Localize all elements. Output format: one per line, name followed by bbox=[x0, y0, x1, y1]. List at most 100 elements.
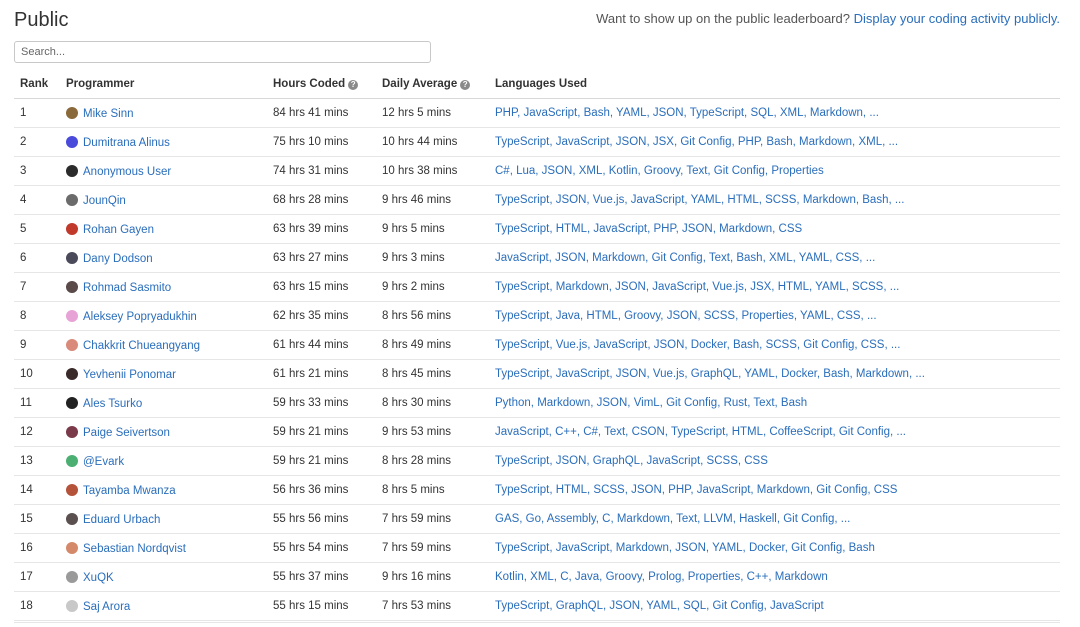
languages-cell: TypeScript, Vue.js, JavaScript, JSON, Do… bbox=[489, 330, 1060, 360]
programmer-cell[interactable]: Eduard Urbach bbox=[60, 504, 267, 534]
avatar-icon[interactable] bbox=[66, 483, 78, 496]
avatar-icon[interactable] bbox=[66, 454, 78, 467]
hours-cell: 55 hrs 56 mins bbox=[267, 504, 376, 534]
programmer-cell[interactable]: Ales Tsurko bbox=[60, 388, 267, 418]
search-input[interactable] bbox=[14, 41, 431, 63]
languages-list[interactable]: GAS, Go, Assembly, C, Markdown, Text, LL… bbox=[495, 513, 850, 525]
languages-list[interactable]: JavaScript, C++, C#, Text, CSON, TypeScr… bbox=[495, 426, 906, 438]
programmer-link[interactable]: Aleksey Popryadukhin bbox=[83, 311, 197, 323]
avatar-icon[interactable] bbox=[66, 396, 78, 409]
languages-list[interactable]: PHP, JavaScript, Bash, YAML, JSON, TypeS… bbox=[495, 107, 879, 119]
avatar-icon[interactable] bbox=[66, 135, 78, 148]
avatar-icon[interactable] bbox=[66, 338, 78, 351]
programmer-cell[interactable]: Rohmad Sasmito bbox=[60, 272, 267, 302]
rank-cell: 8 bbox=[14, 301, 60, 331]
hours-cell: 84 hrs 41 mins bbox=[267, 98, 376, 128]
programmer-cell[interactable]: Dumitrana Alinus bbox=[60, 127, 267, 157]
avatar-icon[interactable] bbox=[66, 367, 78, 380]
languages-list[interactable]: TypeScript, HTML, SCSS, JSON, PHP, JavaS… bbox=[495, 484, 897, 496]
programmer-cell[interactable]: Dany Dodson bbox=[60, 243, 267, 273]
avatar-icon[interactable] bbox=[66, 512, 78, 525]
hours-cell: 75 hrs 10 mins bbox=[267, 127, 376, 157]
programmer-cell[interactable]: Sebastian Nordqvist bbox=[60, 533, 267, 563]
rank-cell: 1 bbox=[14, 98, 60, 128]
languages-list[interactable]: TypeScript, JavaScript, Markdown, JSON, … bbox=[495, 542, 875, 554]
avatar-icon[interactable] bbox=[66, 425, 78, 438]
programmer-link[interactable]: Chakkrit Chueangyang bbox=[83, 340, 200, 352]
languages-list[interactable]: TypeScript, JavaScript, JSON, Vue.js, Gr… bbox=[495, 368, 925, 380]
avatar-icon[interactable] bbox=[66, 164, 78, 177]
programmer-cell[interactable]: Saj Arora bbox=[60, 591, 267, 621]
programmer-link[interactable]: Paige Seivertson bbox=[83, 427, 170, 439]
languages-list[interactable]: C#, Lua, JSON, XML, Kotlin, Groovy, Text… bbox=[495, 165, 824, 177]
avatar-icon[interactable] bbox=[66, 541, 78, 554]
daily-average-cell: 9 hrs 3 mins bbox=[376, 243, 489, 273]
table-bottom-divider bbox=[14, 622, 1060, 623]
programmer-link[interactable]: Ales Tsurko bbox=[83, 398, 142, 410]
programmer-link[interactable]: Sebastian Nordqvist bbox=[83, 543, 186, 555]
languages-list[interactable]: Python, Markdown, JSON, VimL, Git Config… bbox=[495, 397, 807, 409]
programmer-cell[interactable]: Rohan Gayen bbox=[60, 214, 267, 244]
avatar-icon[interactable] bbox=[66, 280, 78, 293]
table-row: 6 Dany Dodson 63 hrs 27 mins 9 hrs 3 mins Ja… bbox=[14, 243, 1060, 273]
languages-cell: JavaScript, JSON, Markdown, Git Config, … bbox=[489, 243, 1060, 273]
programmer-link[interactable]: Rohan Gayen bbox=[83, 224, 154, 236]
daily-average-cell: 9 hrs 2 mins bbox=[376, 272, 489, 302]
languages-list[interactable]: TypeScript, Markdown, JSON, JavaScript, … bbox=[495, 281, 899, 293]
programmer-link[interactable]: Anonymous User bbox=[83, 166, 171, 178]
help-icon[interactable]: ? bbox=[348, 80, 359, 90]
programmer-link[interactable]: Dany Dodson bbox=[83, 253, 153, 265]
hours-cell: 74 hrs 31 mins bbox=[267, 156, 376, 186]
programmer-cell[interactable]: Mike Sinn bbox=[60, 98, 267, 128]
avatar-icon[interactable] bbox=[66, 251, 78, 264]
programmer-cell[interactable]: Anonymous User bbox=[60, 156, 267, 186]
avatar-icon[interactable] bbox=[66, 570, 78, 583]
table-row: 1 Mike Sinn 84 hrs 41 mins 12 hrs 5 mins PHP… bbox=[14, 98, 1060, 128]
display-activity-link[interactable]: Display your coding activity publicly. bbox=[854, 11, 1060, 26]
avatar-icon[interactable] bbox=[66, 106, 78, 119]
avatar-icon[interactable] bbox=[66, 599, 78, 612]
table-row: 14 Tayamba Mwanza 56 hrs 36 mins 8 hrs 5 mi… bbox=[14, 475, 1060, 505]
programmer-cell[interactable]: JounQin bbox=[60, 185, 267, 215]
languages-cell: TypeScript, JavaScript, JSON, Vue.js, Gr… bbox=[489, 359, 1060, 389]
programmer-link[interactable]: Eduard Urbach bbox=[83, 514, 160, 526]
table-row: 18 Saj Arora 55 hrs 15 mins 7 hrs 53 mins Ty… bbox=[14, 591, 1060, 621]
daily-average-cell: 12 hrs 5 mins bbox=[376, 98, 489, 128]
programmer-cell[interactable]: Yevhenii Ponomar bbox=[60, 359, 267, 389]
languages-cell: TypeScript, GraphQL, JSON, YAML, SQL, Gi… bbox=[489, 591, 1060, 621]
languages-list[interactable]: TypeScript, Java, HTML, Groovy, JSON, SC… bbox=[495, 310, 877, 322]
programmer-link[interactable]: Rohmad Sasmito bbox=[83, 282, 171, 294]
programmer-link[interactable]: Mike Sinn bbox=[83, 108, 134, 120]
programmer-cell[interactable]: Aleksey Popryadukhin bbox=[60, 301, 267, 331]
programmer-cell[interactable]: Chakkrit Chueangyang bbox=[60, 330, 267, 360]
languages-list[interactable]: JavaScript, JSON, Markdown, Git Config, … bbox=[495, 252, 875, 264]
promo-message: Want to show up on the public leaderboar… bbox=[596, 11, 1060, 26]
promo-text: Want to show up on the public leaderboar… bbox=[596, 11, 854, 26]
programmer-link[interactable]: @Evark bbox=[83, 456, 124, 468]
languages-list[interactable]: Kotlin, XML, C, Java, Groovy, Prolog, Pr… bbox=[495, 571, 828, 583]
programmer-cell[interactable]: Tayamba Mwanza bbox=[60, 475, 267, 505]
languages-list[interactable]: TypeScript, JSON, GraphQL, JavaScript, S… bbox=[495, 455, 768, 467]
help-icon[interactable]: ? bbox=[460, 80, 471, 90]
languages-list[interactable]: TypeScript, Vue.js, JavaScript, JSON, Do… bbox=[495, 339, 900, 351]
programmer-link[interactable]: Tayamba Mwanza bbox=[83, 485, 176, 497]
programmer-cell[interactable]: XuQK bbox=[60, 562, 267, 592]
rank-cell: 7 bbox=[14, 272, 60, 302]
hours-cell: 68 hrs 28 mins bbox=[267, 185, 376, 215]
avatar-icon[interactable] bbox=[66, 193, 78, 206]
programmer-cell[interactable]: Paige Seivertson bbox=[60, 417, 267, 447]
languages-list[interactable]: TypeScript, JavaScript, JSON, JSX, Git C… bbox=[495, 136, 898, 148]
languages-list[interactable]: TypeScript, HTML, JavaScript, PHP, JSON,… bbox=[495, 223, 802, 235]
avatar-icon[interactable] bbox=[66, 309, 78, 322]
languages-list[interactable]: TypeScript, JSON, Vue.js, JavaScript, YA… bbox=[495, 194, 904, 206]
programmer-link[interactable]: XuQK bbox=[83, 572, 114, 584]
avatar-icon[interactable] bbox=[66, 222, 78, 235]
daily-average-cell: 10 hrs 38 mins bbox=[376, 156, 489, 186]
programmer-cell[interactable]: @Evark bbox=[60, 446, 267, 476]
programmer-link[interactable]: Yevhenii Ponomar bbox=[83, 369, 176, 381]
programmer-link[interactable]: JounQin bbox=[83, 195, 126, 207]
languages-list[interactable]: TypeScript, GraphQL, JSON, YAML, SQL, Gi… bbox=[495, 600, 824, 612]
programmer-link[interactable]: Dumitrana Alinus bbox=[83, 137, 170, 149]
languages-cell: TypeScript, Java, HTML, Groovy, JSON, SC… bbox=[489, 301, 1060, 331]
programmer-link[interactable]: Saj Arora bbox=[83, 601, 130, 613]
